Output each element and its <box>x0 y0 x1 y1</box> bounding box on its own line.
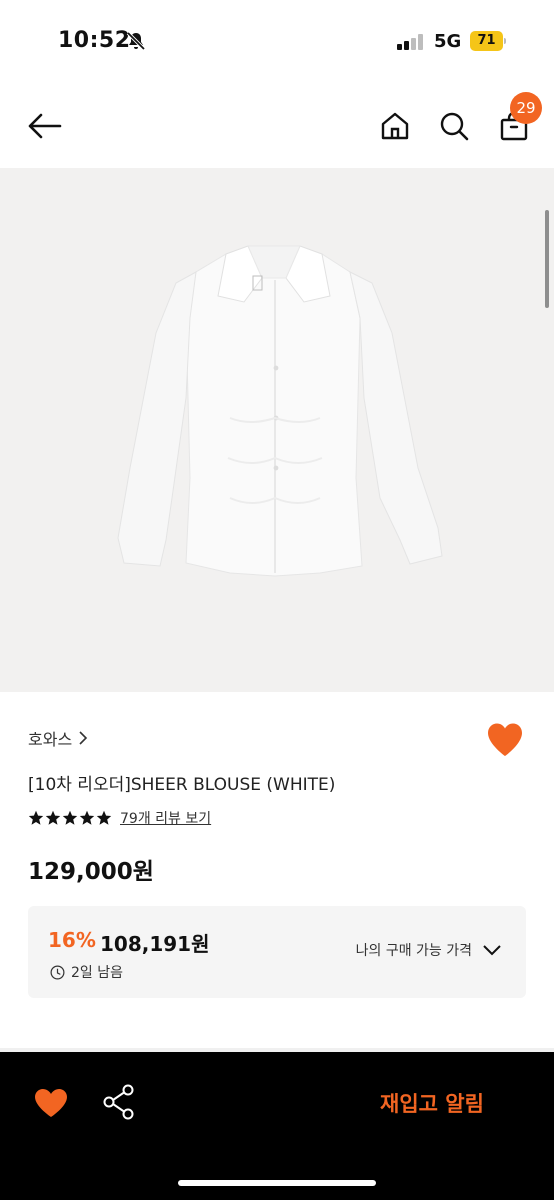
home-indicator <box>178 1180 376 1186</box>
home-button[interactable] <box>376 106 414 146</box>
cart-count-badge: 29 <box>510 92 542 124</box>
product-price: 129,000원 <box>28 859 154 885</box>
clock-icon <box>50 965 65 979</box>
star-icon <box>96 810 112 825</box>
restock-alert-button[interactable]: 재입고 알림 <box>380 1088 484 1118</box>
my-price-dropdown[interactable]: 나의 구매 가능 가격 <box>356 940 502 960</box>
discount-panel: 16% 108,191원 2일 남음 나의 구매 가능 가격 <box>28 906 526 998</box>
battery-tip <box>504 38 506 44</box>
top-nav <box>0 84 554 168</box>
product-image[interactable] <box>0 168 554 692</box>
home-icon <box>381 112 409 140</box>
wishlist-heart-icon[interactable] <box>34 1088 68 1118</box>
my-price-label: 나의 구매 가능 가격 <box>355 943 472 959</box>
search-button[interactable] <box>434 106 474 146</box>
star-icon <box>62 810 78 825</box>
time-left: 2일 남음 <box>71 965 123 981</box>
back-button[interactable] <box>22 106 68 146</box>
chevron-down-icon <box>483 945 501 956</box>
search-icon <box>440 112 469 141</box>
brand-name: 호와스 <box>28 730 73 749</box>
battery-level: 71 <box>470 31 503 51</box>
star-rating <box>28 810 112 826</box>
star-icon <box>28 810 44 825</box>
blouse-image <box>117 245 443 577</box>
time-left-row: 2일 남음 <box>50 962 123 982</box>
wishlist-heart-icon[interactable] <box>486 722 524 758</box>
share-icon[interactable] <box>102 1084 136 1120</box>
bell-muted-icon <box>126 31 146 51</box>
rating-row: 79개 리뷰 보기 <box>28 808 211 828</box>
product-title: [10차 리오더]SHEER BLOUSE (WHITE) <box>28 775 336 795</box>
status-time: 10:52 <box>58 28 131 53</box>
image-scrollbar[interactable] <box>545 210 549 308</box>
network-label: 5G <box>434 31 462 52</box>
star-icon <box>79 810 95 825</box>
battery-indicator: 71 <box>470 31 506 51</box>
signal-icon <box>397 34 423 50</box>
brand-link[interactable]: 호와스 <box>28 726 88 750</box>
back-arrow-icon <box>28 113 62 139</box>
bottom-action-bar: 재입고 알림 <box>0 1052 554 1200</box>
review-link[interactable]: 79개 리뷰 보기 <box>120 808 211 828</box>
discount-percent: 16% <box>48 928 96 952</box>
chevron-right-icon <box>79 731 88 745</box>
star-icon <box>45 810 61 825</box>
status-bar: 10:52 5G 71 <box>0 0 554 84</box>
discount-price: 108,191원 <box>100 932 210 956</box>
